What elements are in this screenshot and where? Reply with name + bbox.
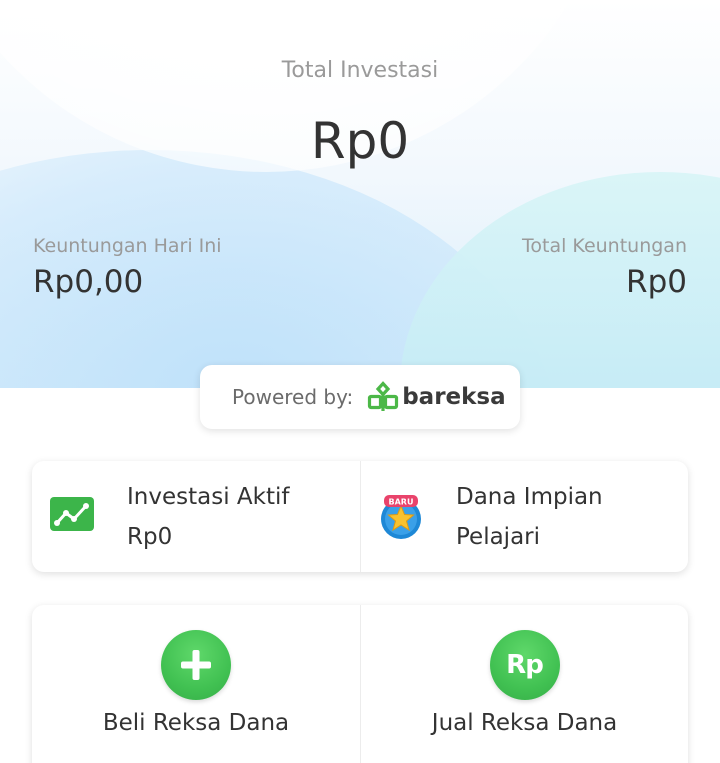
shortcut-active-investment[interactable]: Investasi Aktif Rp0	[32, 461, 360, 572]
total-investment-value: Rp0	[310, 112, 410, 170]
profit-total-label: Total Keuntungan	[522, 235, 687, 257]
rupiah-icon-text: Rp	[506, 650, 544, 680]
bareksa-logo-icon	[368, 381, 399, 411]
shortcut-dream-fund[interactable]: BARU Dana Impian Pelajari	[360, 461, 688, 572]
bareksa-logo: bareksa	[367, 381, 506, 413]
shortcut-title: Dana Impian	[456, 483, 603, 510]
chart-trend-icon	[50, 496, 94, 531]
bareksa-wordmark: bareksa	[402, 384, 506, 410]
shortcut-subtitle: Rp0	[127, 523, 173, 550]
sell-mutual-fund-label: Jual Reksa Dana	[431, 710, 618, 736]
shortcut-subtitle: Pelajari	[456, 523, 541, 550]
powered-by-badge: Powered by: bareksa	[200, 365, 520, 429]
profit-today-label: Keuntungan Hari Ini	[33, 235, 222, 257]
total-investment-label: Total Investasi	[281, 58, 439, 83]
powered-by-label: Powered by:	[232, 385, 354, 409]
buy-mutual-fund-label: Beli Reksa Dana	[102, 710, 290, 736]
buy-mutual-fund-button[interactable]: Beli Reksa Dana	[32, 605, 360, 763]
shortcut-card: Investasi Aktif Rp0 BARU Dana Impian Pel…	[32, 461, 688, 572]
profit-total-value: Rp0	[626, 264, 687, 300]
star-badge-icon: BARU	[381, 494, 421, 539]
sell-mutual-fund-button[interactable]: Rp Jual Reksa Dana	[360, 605, 688, 763]
new-badge-label: BARU	[389, 497, 414, 506]
plus-icon	[161, 630, 231, 700]
shortcut-title: Investasi Aktif	[127, 483, 290, 510]
rupiah-icon: Rp	[489, 630, 560, 700]
profit-today-value: Rp0,00	[33, 264, 144, 300]
action-card: Beli Reksa Dana Rp Jual Reksa Dana	[32, 605, 688, 763]
